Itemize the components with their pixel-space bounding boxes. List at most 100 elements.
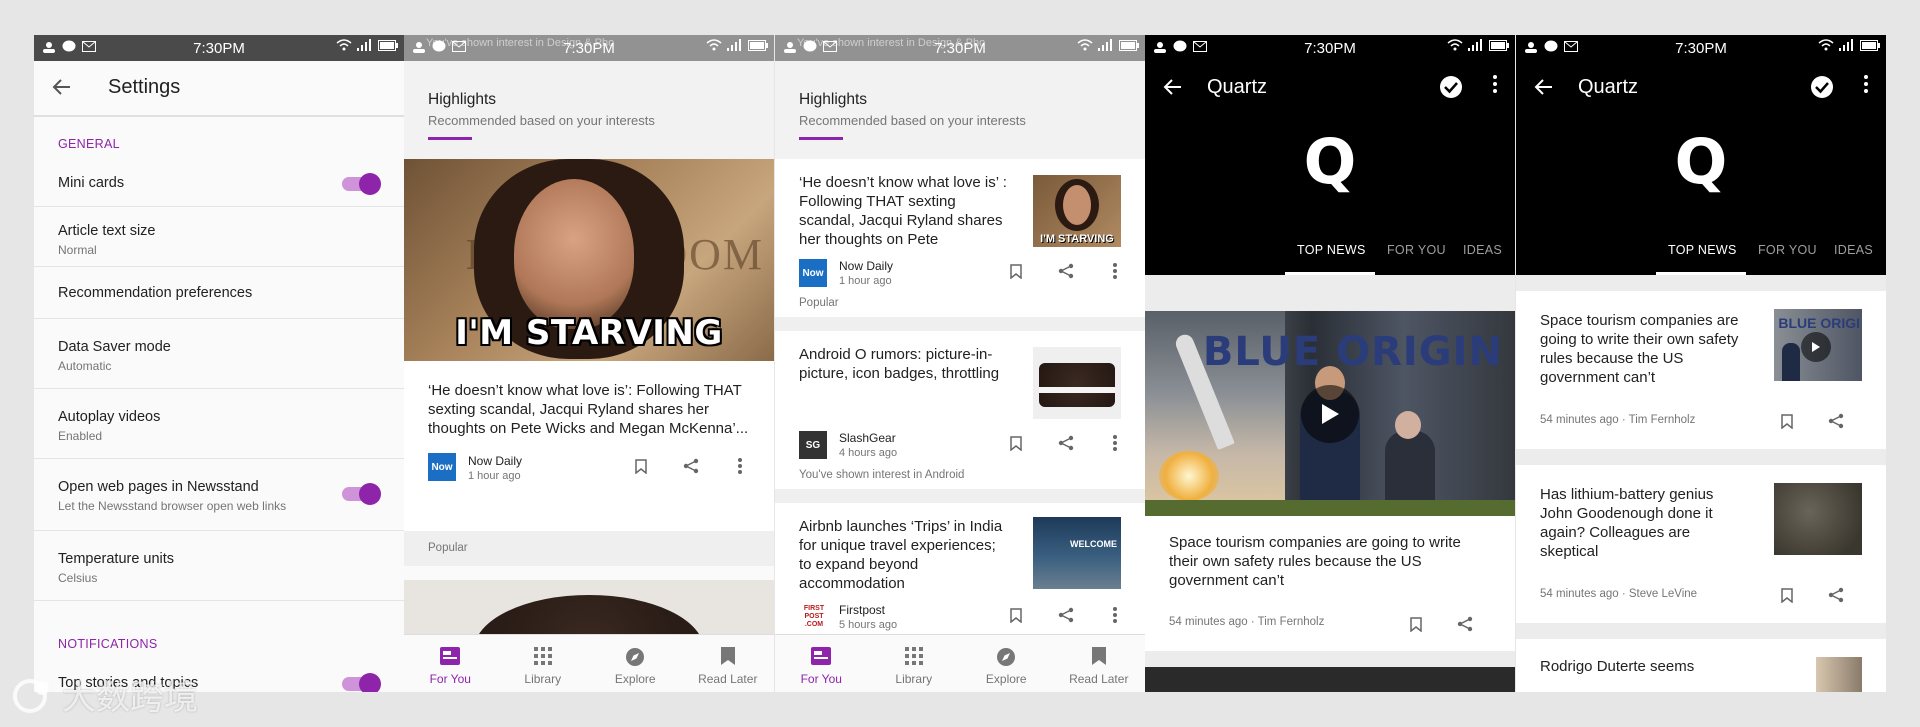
- share-icon[interactable]: [1825, 410, 1847, 432]
- story-image: BLUE ORIGIN: [1145, 311, 1515, 516]
- story-thumbnail: WELCOME: [1033, 517, 1121, 589]
- tab-for-you[interactable]: FOR YOU: [1758, 243, 1817, 257]
- source-name[interactable]: Now Daily: [468, 454, 522, 468]
- top-stories-toggle[interactable]: [342, 673, 381, 692]
- tab-ideas[interactable]: IDEAS: [1463, 243, 1502, 257]
- bookmark-icon[interactable]: [1005, 432, 1027, 454]
- more-vert-icon[interactable]: [1864, 75, 1868, 93]
- source-name[interactable]: Firstpost: [839, 603, 885, 617]
- story-headline[interactable]: Rodrigo Duterte seems: [1540, 657, 1750, 676]
- bookmark-icon[interactable]: [1776, 584, 1798, 606]
- story-headline[interactable]: Space tourism companies are going to wri…: [1169, 533, 1494, 590]
- story-headline[interactable]: ‘He doesn’t know what love is’: Followin…: [428, 381, 753, 438]
- mini-story-card[interactable]: ‘He doesn’t know what love is’ : Followi…: [775, 159, 1145, 317]
- battery-icon: [1119, 39, 1139, 51]
- tab-top-news[interactable]: TOP NEWS: [1668, 243, 1737, 257]
- bookmark-icon: [1091, 647, 1106, 665]
- more-vert-icon[interactable]: [1493, 75, 1497, 93]
- bookmark-icon[interactable]: [1005, 260, 1027, 282]
- back-arrow-icon[interactable]: [1534, 77, 1554, 97]
- share-icon[interactable]: [1055, 260, 1077, 282]
- mini-story-card[interactable]: Airbnb launches ‘Trips’ in India for uni…: [775, 503, 1145, 643]
- quartz-screen-mini: 7:30PM Quartz Q TOP NEWS FOR YOU IDEAS S…: [1516, 35, 1886, 692]
- bookmark-icon[interactable]: [630, 455, 652, 477]
- story-image: DIARY ROOM I'M STARVING: [404, 159, 774, 361]
- more-vert-icon[interactable]: [1104, 260, 1126, 282]
- play-video-button[interactable]: [1301, 384, 1359, 443]
- mini-story-card[interactable]: Has lithium-battery genius John Goodenou…: [1516, 465, 1886, 623]
- source-logo: FIRST POST .COM: [803, 605, 825, 628]
- highlights-underline: [799, 137, 843, 140]
- publication-logo: Q: [1303, 125, 1357, 198]
- highlights-title: Highlights: [799, 91, 868, 108]
- story-card-large[interactable]: BLUE ORIGIN Space tourism companies are …: [1145, 311, 1515, 651]
- setting-recommendation-preferences[interactable]: Recommendation preferences: [34, 267, 404, 319]
- share-icon[interactable]: [1055, 432, 1077, 454]
- watermark-text: 大数跨境: [62, 678, 198, 718]
- back-arrow-icon[interactable]: [1163, 77, 1183, 97]
- watermark-logo: 大数跨境: [12, 670, 198, 719]
- more-vert-icon[interactable]: [1104, 604, 1126, 626]
- setting-title: Mini cards: [58, 175, 125, 191]
- mini-story-card[interactable]: Rodrigo Duterte seems: [1516, 639, 1886, 692]
- setting-article-text-size[interactable]: Article text size Normal: [34, 207, 404, 267]
- tab-ideas[interactable]: IDEAS: [1834, 243, 1873, 257]
- nav-label: Read Later: [1069, 672, 1129, 686]
- share-icon[interactable]: [1825, 584, 1847, 606]
- toggle-knob: [359, 173, 381, 195]
- play-video-button[interactable]: [1801, 332, 1831, 362]
- tag-row: Popular: [404, 531, 774, 566]
- story-headline[interactable]: ‘He doesn’t know what love is’ : Followi…: [799, 173, 1009, 249]
- nav-library[interactable]: Library: [497, 635, 590, 692]
- setting-mini-cards[interactable]: Mini cards: [34, 157, 404, 207]
- following-check-icon[interactable]: [1810, 75, 1834, 99]
- signal-icon: [1468, 39, 1482, 51]
- nav-library[interactable]: Library: [868, 635, 961, 692]
- story-card-large[interactable]: DIARY ROOM I'M STARVING ‘He doesn’t know…: [404, 159, 774, 531]
- open-web-pages-toggle[interactable]: [342, 483, 381, 505]
- story-headline[interactable]: Has lithium-battery genius John Goodenou…: [1540, 485, 1750, 561]
- share-icon[interactable]: [1055, 604, 1077, 626]
- source-name[interactable]: SlashGear: [839, 431, 896, 445]
- story-card-next[interactable]: [1145, 667, 1515, 692]
- mini-cards-toggle[interactable]: [342, 173, 381, 195]
- explore-icon: [997, 648, 1016, 666]
- status-bar: 7:30PM: [1516, 35, 1886, 61]
- nav-read-later[interactable]: Read Later: [682, 635, 775, 692]
- setting-open-web-pages[interactable]: Open web pages in Newsstand Let the News…: [34, 459, 404, 531]
- mini-story-card[interactable]: Android O rumors: picture-in-picture, ic…: [775, 331, 1145, 489]
- publication-title: Quartz: [1207, 76, 1268, 98]
- more-vert-icon[interactable]: [1104, 432, 1126, 454]
- back-arrow-icon[interactable]: [52, 77, 72, 97]
- wifi-icon: [1818, 39, 1834, 51]
- publication-title: Quartz: [1578, 76, 1639, 98]
- share-icon[interactable]: [680, 455, 702, 477]
- nav-for-you[interactable]: For You: [775, 635, 868, 692]
- bookmark-icon[interactable]: [1005, 604, 1027, 626]
- bookmark-icon[interactable]: [1776, 410, 1798, 432]
- nav-read-later[interactable]: Read Later: [1053, 635, 1146, 692]
- nav-explore[interactable]: Explore: [589, 635, 682, 692]
- setting-data-saver[interactable]: Data Saver mode Automatic: [34, 319, 404, 389]
- story-time: 5 hours ago: [839, 619, 898, 631]
- for-you-icon: [811, 647, 832, 665]
- setting-autoplay-videos[interactable]: Autoplay videos Enabled: [34, 389, 404, 459]
- more-vert-icon[interactable]: [729, 455, 751, 477]
- story-tag: Popular: [799, 297, 839, 309]
- share-icon[interactable]: [1454, 613, 1476, 635]
- nav-for-you[interactable]: For You: [404, 635, 497, 692]
- source-name[interactable]: Now Daily: [839, 259, 893, 273]
- story-headline[interactable]: Space tourism companies are going to wri…: [1540, 311, 1750, 387]
- tab-for-you[interactable]: FOR YOU: [1387, 243, 1446, 257]
- nav-explore[interactable]: Explore: [960, 635, 1053, 692]
- bookmark-icon[interactable]: [1405, 613, 1427, 635]
- setting-title: Article text size: [58, 223, 156, 239]
- publication-logo: Q: [1674, 125, 1728, 198]
- tab-top-news[interactable]: TOP NEWS: [1297, 243, 1366, 257]
- setting-temperature-units[interactable]: Temperature units Celsius: [34, 531, 404, 601]
- story-headline[interactable]: Android O rumors: picture-in-picture, ic…: [799, 345, 1009, 383]
- story-headline[interactable]: Airbnb launches ‘Trips’ in India for uni…: [799, 517, 1009, 593]
- image-face: [514, 179, 634, 329]
- mini-story-card[interactable]: Space tourism companies are going to wri…: [1516, 291, 1886, 449]
- following-check-icon[interactable]: [1439, 75, 1463, 99]
